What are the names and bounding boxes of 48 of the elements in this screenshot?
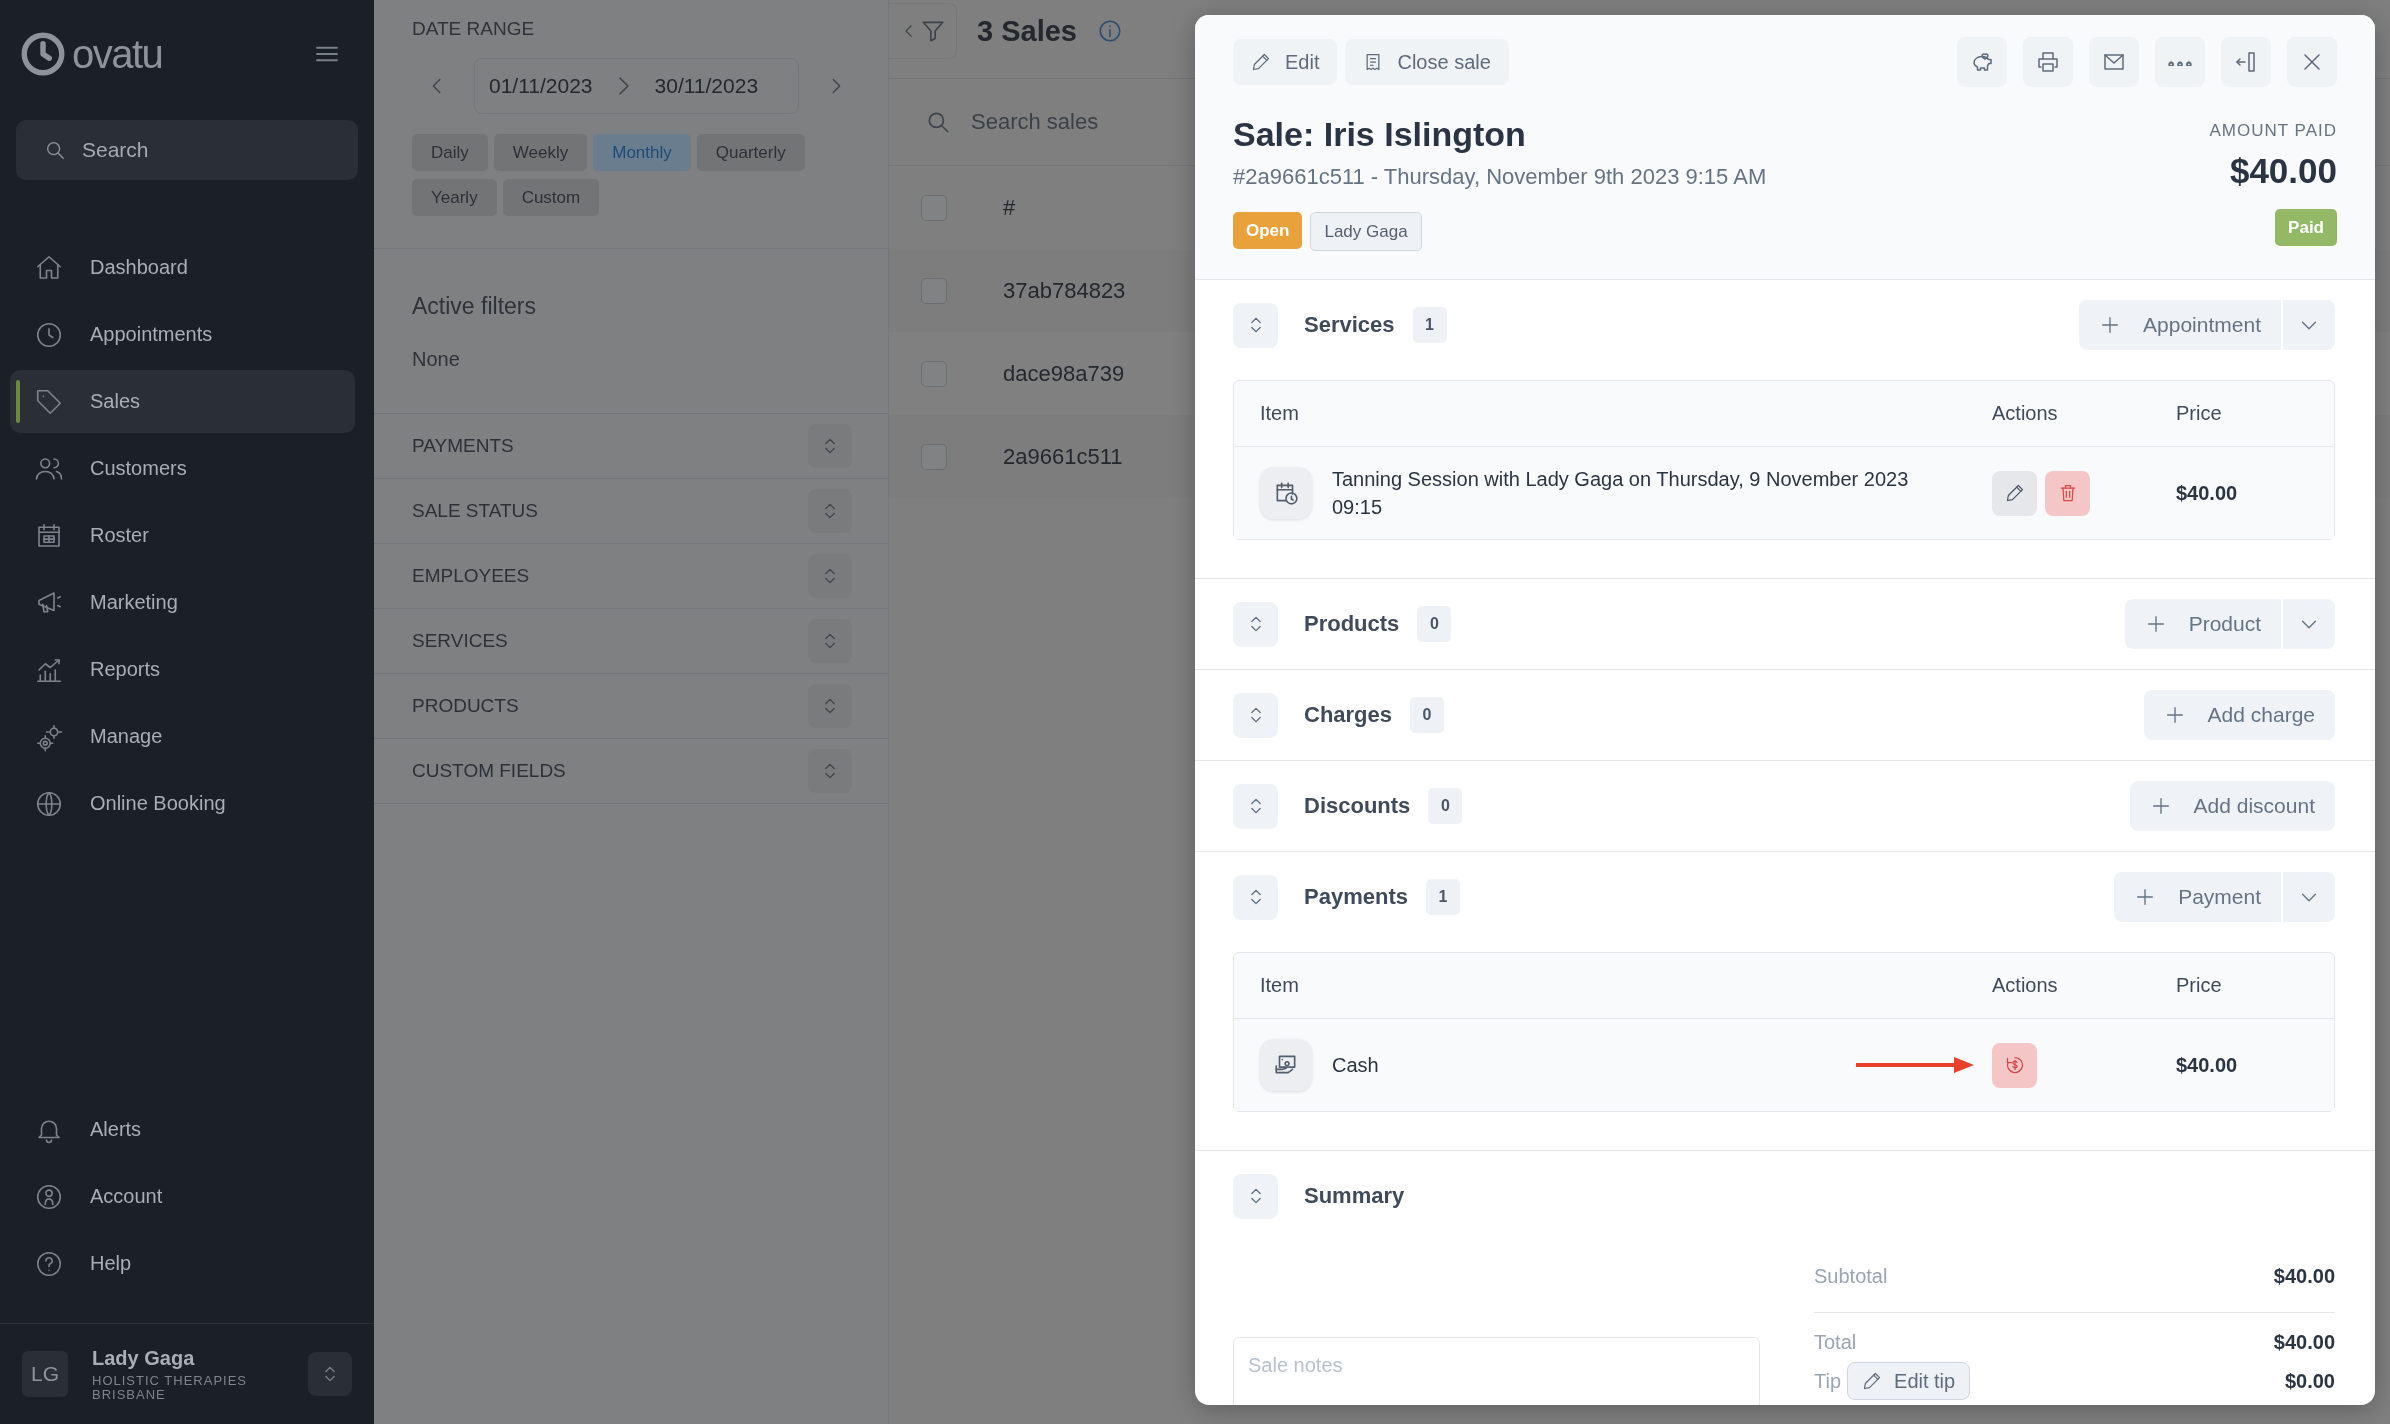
active-filters-title: Active filters xyxy=(412,293,537,320)
section-title: Summary xyxy=(1304,1183,1405,1209)
item-price: $40.00 xyxy=(2176,481,2239,505)
end-date: 30/11/2023 xyxy=(654,74,759,98)
column-header: Price xyxy=(2176,402,2223,425)
sale-id: 2a9661c511 xyxy=(1003,443,1123,470)
section-label: DATE RANGE xyxy=(412,18,535,39)
brand-logo: ovatu xyxy=(72,31,163,77)
column-header: Item xyxy=(1260,402,1300,425)
sale-id: 37ab784823 xyxy=(1003,277,1126,304)
subtotal-label: Subtotal xyxy=(1814,1265,1888,1288)
list-title: 3 Sales xyxy=(977,14,1077,48)
column-header: Actions xyxy=(1992,402,2059,425)
tag: Open xyxy=(1233,212,1303,249)
count-badge: 1 xyxy=(1412,307,1447,343)
section-title: Products xyxy=(1304,611,1400,637)
business-name: HOLISTIC THERAPIES BRISBANE xyxy=(92,1373,248,1402)
count-badge: 0 xyxy=(1410,697,1445,733)
user-name: Lady Gaga xyxy=(92,1346,196,1370)
total-value: $40.00 xyxy=(2273,1331,2335,1354)
tip-value: $0.00 xyxy=(2284,1369,2335,1393)
sale-subtitle: #2a9661c511 - Thursday, November 9th 2023 9:15 AM xyxy=(1233,164,1767,190)
item-description: Tanning Session with Lady Gaga on Thursday, 9 November 2023 09:15 xyxy=(1332,467,1910,520)
column-header: Actions xyxy=(1992,974,2059,997)
section-title: Payments xyxy=(1304,884,1408,910)
user-avatar: LG xyxy=(22,1351,68,1397)
tip-label: Tip xyxy=(1814,1369,1842,1393)
column-header: # xyxy=(1003,194,1016,221)
count-badge: 0 xyxy=(1428,788,1463,824)
section-title: Services xyxy=(1304,312,1395,338)
total-label: Total xyxy=(1814,1331,1857,1354)
sale-id: dace98a739 xyxy=(1003,360,1125,387)
section-title: Charges xyxy=(1304,702,1393,728)
tag: Lady Gaga xyxy=(1310,212,1422,251)
subtotal-value: $40.00 xyxy=(2273,1265,2335,1288)
column-header: Price xyxy=(2176,974,2223,997)
item-description: Cash xyxy=(1332,1053,1379,1078)
active-filters-value: None xyxy=(412,348,461,371)
column-header: Item xyxy=(1260,974,1300,997)
section-title: Discounts xyxy=(1304,793,1411,819)
payment-status-badge: Paid xyxy=(2275,209,2337,246)
count-badge: 0 xyxy=(1417,606,1452,642)
item-price: $40.00 xyxy=(2176,1053,2239,1077)
amount-label: AMOUNT PAID xyxy=(2209,121,2337,141)
amount-paid: $40.00 xyxy=(2229,151,2337,191)
sale-title: Sale: Iris Islington xyxy=(1233,115,1527,154)
count-badge: 1 xyxy=(1425,879,1460,915)
start-date: 01/11/2023 xyxy=(489,74,593,98)
